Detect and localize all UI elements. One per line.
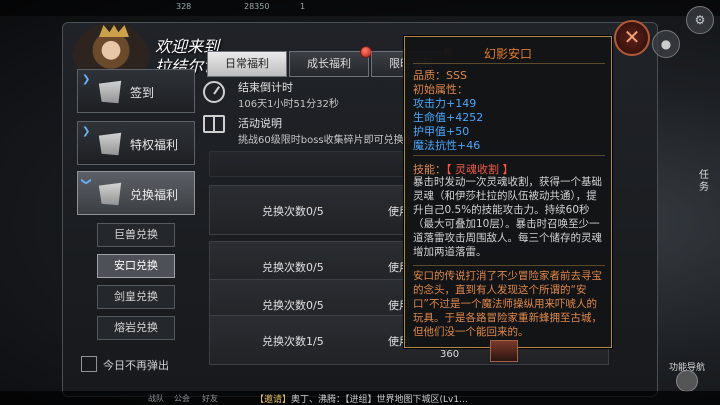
item-thumbnail[interactable] bbox=[490, 340, 518, 362]
chat-message: 【邀请】奥丁、沸腾：【进组】世界地图下城区(Lv1... bbox=[255, 392, 468, 405]
tab-daily-welfare[interactable]: 日常福利 bbox=[207, 51, 287, 77]
scroll-icon bbox=[98, 80, 122, 104]
sub-item-label: 巨兽兑换 bbox=[114, 228, 158, 241]
stat-c: 1 bbox=[300, 2, 306, 11]
sub-item-label: 安口兑换 bbox=[114, 259, 158, 272]
nav-friends[interactable]: 好友 bbox=[202, 393, 218, 404]
exchange-count: 兑换次数0/5 bbox=[262, 299, 324, 312]
top-status-bar: 328 28350 1 bbox=[0, 0, 720, 16]
exchange-count: 兑换次数0/5 bbox=[262, 205, 324, 218]
tab-label: 成长福利 bbox=[307, 57, 351, 70]
gift-icon bbox=[203, 115, 225, 133]
item-count: 360 bbox=[440, 349, 460, 360]
tooltip-skill-desc: 暴击时发动一次灵魂收割，获得一个基础灵魂（和伊莎杜拉的队伍被动共通），提升自己0… bbox=[413, 176, 602, 258]
chest-icon bbox=[98, 132, 122, 156]
tab-label: 日常福利 bbox=[225, 57, 269, 70]
menu-icon[interactable] bbox=[676, 370, 698, 392]
sub-item-lava-exchange[interactable]: 熔岩兑换 bbox=[97, 316, 175, 340]
exchange-count: 兑换次数0/5 bbox=[262, 261, 324, 274]
sub-item-label: 剑皇兑换 bbox=[114, 290, 158, 303]
collapse-arrow-icon: ❯ bbox=[80, 177, 92, 186]
sidebar-item-exchange[interactable]: ❯ 兑换福利 bbox=[77, 171, 195, 215]
chat-channel: 【邀请】 bbox=[255, 395, 292, 405]
expand-arrow-icon: ❯ bbox=[82, 126, 91, 137]
sub-item-beast-exchange[interactable]: 巨兽兑换 bbox=[97, 223, 175, 247]
settings-icon[interactable]: ⚙ bbox=[686, 6, 714, 34]
gear-emblem-icon bbox=[98, 182, 122, 206]
tooltip-divider bbox=[413, 63, 605, 64]
event-desc-text: 挑战60级限时boss收集碎片即可兑换永 bbox=[238, 135, 414, 146]
no-popup-checkbox[interactable] bbox=[81, 356, 97, 372]
sidebar-item-privilege[interactable]: ❯ 特权福利 bbox=[77, 121, 195, 165]
tooltip-magic-res: 魔法抗性+46 bbox=[413, 139, 481, 152]
tooltip-divider bbox=[413, 155, 605, 156]
bell-icon[interactable]: ● bbox=[652, 30, 680, 58]
nav-guild[interactable]: 公会 bbox=[174, 393, 190, 404]
expand-arrow-icon: ❯ bbox=[82, 74, 91, 85]
sidebar-item-label: 签到 bbox=[130, 86, 155, 100]
sidebar-item-sign-in[interactable]: ❯ 签到 bbox=[77, 69, 195, 113]
crown-icon bbox=[99, 25, 129, 37]
stat-a: 328 bbox=[176, 2, 192, 11]
tab-growth-welfare[interactable]: 成长福利 bbox=[289, 46, 372, 77]
clock-icon bbox=[203, 81, 225, 103]
task-tab[interactable]: 任务 bbox=[699, 170, 711, 194]
sidebar-item-label: 特权福利 bbox=[130, 138, 179, 152]
timer-value: 106天1小时51分32秒 bbox=[238, 99, 339, 110]
sub-item-ankou-exchange[interactable]: 安口兑换 bbox=[97, 254, 175, 278]
tooltip-item-name: 幻影安口 bbox=[483, 47, 532, 61]
timer-title: 结束倒计时 bbox=[238, 81, 293, 94]
chat-text: 奥丁、沸腾：【进组】世界地图下城区(Lv1... bbox=[291, 395, 468, 405]
sub-item-sword-emperor-exchange[interactable]: 剑皇兑换 bbox=[97, 285, 175, 309]
close-icon: ✕ bbox=[623, 25, 641, 49]
close-button[interactable]: ✕ bbox=[614, 20, 650, 56]
sidebar-item-label: 兑换福利 bbox=[130, 188, 179, 202]
chat-bar[interactable]: 战队 公会 好友 【邀请】奥丁、沸腾：【进组】世界地图下城区(Lv1... bbox=[0, 391, 720, 405]
nav-team[interactable]: 战队 bbox=[148, 393, 164, 404]
exchange-count: 兑换次数1/5 bbox=[262, 335, 324, 348]
stat-b: 28350 bbox=[244, 2, 270, 11]
event-desc-title: 活动说明 bbox=[238, 117, 282, 130]
item-tooltip: 幻影安口 品质：SSS 初始属性： 攻击力+149 生命值+4252 护甲值+5… bbox=[404, 36, 612, 348]
no-popup-label: 今日不再弹出 bbox=[103, 359, 169, 372]
tooltip-divider bbox=[413, 265, 605, 266]
tooltip-lore: 安口的传说打消了不少冒险家者前去寻宝的念头，直到有人发现这个所谓的“安口”不过是… bbox=[413, 270, 602, 338]
sub-item-label: 熔岩兑换 bbox=[114, 321, 158, 334]
